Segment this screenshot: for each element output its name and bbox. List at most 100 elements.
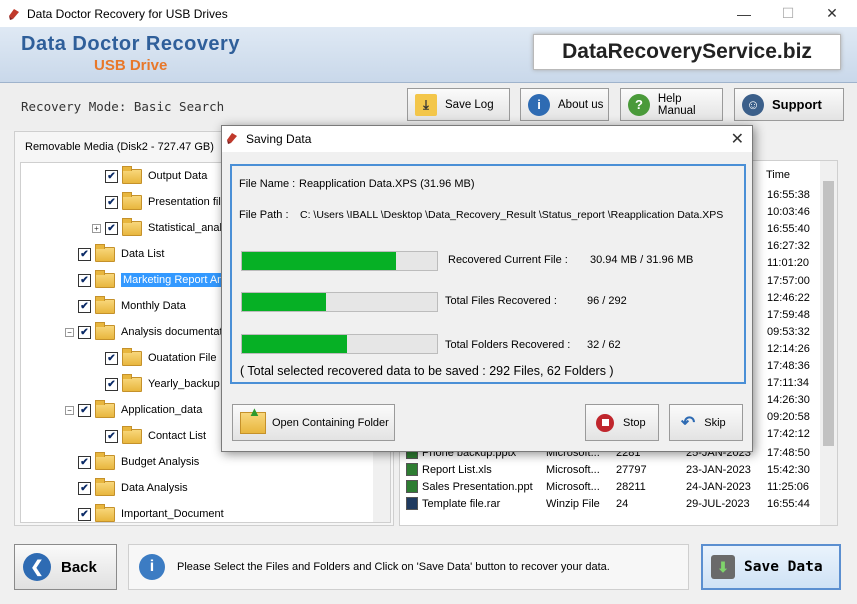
- tree-checkbox[interactable]: ✔: [78, 507, 91, 521]
- dialog-title-bar: Saving Data ✕: [222, 126, 752, 152]
- tree-item-label: Analysis documentation: [121, 326, 238, 338]
- folder-icon: [95, 451, 115, 470]
- folder-icon: [122, 425, 142, 444]
- about-button[interactable]: i About us: [520, 88, 609, 121]
- open-folder-label: Open Containing Folder: [272, 416, 389, 429]
- skip-button[interactable]: ↶ Skip: [669, 404, 743, 441]
- close-button[interactable]: ✕: [809, 0, 855, 27]
- tree-checkbox[interactable]: ✔: [78, 325, 91, 339]
- time-cell: 12:14:26: [767, 342, 810, 355]
- file-row[interactable]: Sales Presentation.ppt Microsoft... 28211 2…: [400, 478, 820, 495]
- tree-item[interactable]: ✔ Budget Analysis: [65, 451, 199, 473]
- save-log-button[interactable]: ⤓ Save Log: [407, 88, 510, 121]
- tree-item-label: Data List: [121, 248, 165, 260]
- file-list-scrollbar[interactable]: [820, 161, 837, 525]
- tree-checkbox[interactable]: ✔: [105, 169, 118, 183]
- file-name-label: File Name :: [239, 178, 296, 190]
- maximize-button[interactable]: ☐: [765, 0, 811, 27]
- folder-icon: [95, 477, 115, 496]
- file-size-cell: 24: [616, 497, 629, 510]
- tree-checkbox[interactable]: ✔: [105, 351, 118, 365]
- time-cell: 12:46:22: [767, 291, 810, 304]
- time-cell: 14:26:30: [767, 394, 810, 407]
- dialog-close-icon[interactable]: ✕: [731, 129, 744, 149]
- help-button[interactable]: ? Help Manual: [620, 88, 723, 121]
- open-folder-icon: ▲: [240, 404, 266, 434]
- open-folder-button[interactable]: ▲ Open Containing Folder: [232, 404, 395, 441]
- save-drive-icon: ⬇: [711, 555, 735, 579]
- tree-checkbox[interactable]: ✔: [105, 429, 118, 443]
- tree-item[interactable]: ✔ Yearly_backup: [92, 373, 220, 395]
- info-message: Please Select the Files and Folders and …: [177, 561, 610, 573]
- tree-checkbox[interactable]: ✔: [105, 377, 118, 391]
- tree-item[interactable]: − ✔ Application_data: [65, 399, 202, 421]
- tree-expander[interactable]: +: [92, 223, 101, 233]
- tree-checkbox[interactable]: ✔: [78, 403, 91, 417]
- tree-checkbox[interactable]: ✔: [105, 221, 118, 235]
- tree-checkbox[interactable]: ✔: [78, 455, 91, 469]
- dialog-title: Saving Data: [246, 132, 312, 146]
- tree-item[interactable]: ✔ Output Data: [92, 165, 207, 187]
- info-message-box: i Please Select the Files and Folders an…: [128, 544, 689, 590]
- folder-icon: [122, 191, 142, 210]
- tree-item[interactable]: ✔ Data List: [65, 243, 164, 265]
- tree-item-label: Ouatation File: [148, 352, 217, 364]
- file-date-cell: 23-JAN-2023: [686, 463, 751, 476]
- info-icon: i: [528, 93, 550, 116]
- folders-value: 32 / 62: [587, 339, 621, 351]
- file-date-cell: 29-JUL-2023: [686, 497, 750, 510]
- file-time-cell: 15:42:30: [767, 463, 810, 476]
- folder-icon: [95, 269, 115, 288]
- file-row[interactable]: Template file.rar Winzip File 24 29-JUL-202…: [400, 495, 820, 512]
- tree-item[interactable]: ✔ Contact List: [92, 425, 206, 447]
- saving-data-dialog: Saving Data ✕ File Name : Reapplication …: [221, 125, 753, 452]
- tree-checkbox[interactable]: ✔: [78, 299, 91, 313]
- minimize-button[interactable]: —: [721, 0, 767, 27]
- tree-item[interactable]: − ✔ Analysis documentation: [65, 321, 237, 343]
- support-button[interactable]: ☺ Support: [734, 88, 844, 121]
- skip-label: Skip: [704, 416, 726, 429]
- time-cell: 17:59:48: [767, 308, 810, 321]
- tree-item[interactable]: ✔ Ouatation File: [92, 347, 216, 369]
- time-cell: 16:55:40: [767, 223, 810, 236]
- file-time-cell: 17:48:50: [767, 446, 810, 459]
- files-label: Total Files Recovered :: [445, 295, 557, 307]
- tree-item[interactable]: + ✔ Statistical_analysis: [92, 217, 241, 239]
- app-icon: [7, 7, 21, 21]
- time-column-header[interactable]: Time: [766, 169, 790, 181]
- tree-item[interactable]: ✔ Data Analysis: [65, 477, 188, 499]
- back-arrow-icon: ❮: [23, 553, 51, 581]
- website-link[interactable]: DataRecoveryService.biz: [533, 34, 841, 70]
- back-button[interactable]: ❮ Back: [14, 544, 117, 590]
- tree-item-label: Yearly_backup: [148, 378, 220, 390]
- title-bar: Data Doctor Recovery for USB Drives — ☐ …: [0, 0, 857, 27]
- tree-item-label: Presentation file: [148, 196, 227, 208]
- tree-expander[interactable]: −: [65, 327, 74, 337]
- tree-checkbox[interactable]: ✔: [78, 247, 91, 261]
- summary-text: ( Total selected recovered data to be sa…: [240, 364, 614, 378]
- save-data-button[interactable]: ⬇ Save Data: [701, 544, 841, 590]
- file-path-value: C: \Users \IBALL \Desktop \Data_Recovery…: [300, 209, 724, 221]
- progress-panel: File Name : Reapplication Data.XPS (31.9…: [230, 164, 746, 384]
- dialog-app-icon: [225, 131, 239, 148]
- tree-checkbox[interactable]: ✔: [78, 273, 91, 287]
- file-time-cell: 11:25:06: [767, 480, 810, 493]
- tree-checkbox[interactable]: ✔: [78, 481, 91, 495]
- tree-item[interactable]: ✔ Presentation file: [92, 191, 227, 213]
- tree-checkbox[interactable]: ✔: [105, 195, 118, 209]
- tree-item-label: Output Data: [148, 170, 208, 182]
- tree-expander[interactable]: −: [65, 405, 74, 415]
- tree-item[interactable]: ✔ Important_Document: [65, 503, 224, 522]
- tree-item[interactable]: ✔ Monthly Data: [65, 295, 186, 317]
- folders-progress: [241, 334, 438, 354]
- folders-label: Total Folders Recovered :: [445, 339, 571, 351]
- file-row[interactable]: Report List.xls Microsoft... 27797 23-JAN-2…: [400, 461, 820, 478]
- file-type-cell: Winzip File: [546, 497, 600, 510]
- folder-icon: [122, 373, 142, 392]
- time-cell: 17:57:00: [767, 274, 810, 287]
- about-label: About us: [558, 98, 604, 111]
- time-cell: 17:11:34: [767, 377, 810, 390]
- folder-icon: [95, 243, 115, 262]
- file-date-cell: 24-JAN-2023: [686, 480, 751, 493]
- stop-button[interactable]: Stop: [585, 404, 659, 441]
